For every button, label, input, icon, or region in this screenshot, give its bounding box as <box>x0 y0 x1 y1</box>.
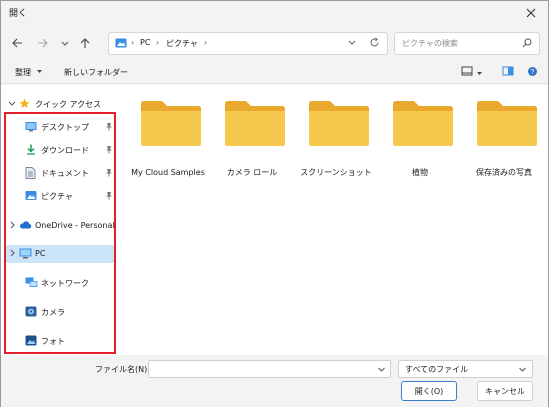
caret-down-icon <box>36 70 42 73</box>
refresh-button[interactable] <box>369 37 380 50</box>
help-icon: ? <box>528 67 537 76</box>
folder-item[interactable]: スクリーンショット <box>296 93 376 193</box>
breadcrumb-separator: › <box>156 38 160 47</box>
title-bar: 開く <box>1 1 548 25</box>
folder-label: カメラ ロール <box>226 168 278 177</box>
search-icon <box>522 38 532 48</box>
cancel-button[interactable]: キャンセル <box>477 381 533 401</box>
breadcrumb-separator: › <box>204 38 208 47</box>
chevron-down-icon <box>348 40 356 45</box>
view-button[interactable] <box>461 66 483 79</box>
filetype-value: すべてのファイル <box>405 365 469 374</box>
close-button[interactable] <box>520 3 542 23</box>
preview-pane-button[interactable] <box>502 66 514 79</box>
new-folder-button[interactable]: 新しいフォルダー <box>64 67 128 78</box>
organize-label: 整理 <box>15 68 31 77</box>
search-button[interactable] <box>522 38 532 50</box>
window-title: 開く <box>9 9 28 19</box>
folder-icon <box>141 101 201 146</box>
chevron-down-icon <box>8 101 16 106</box>
chevron-down-icon <box>61 41 69 46</box>
navigation-bar: › PC › ピクチャ › ピクチャの検索 <box>1 29 548 59</box>
arrow-right-icon <box>38 38 48 48</box>
folder-label: My Cloud Samples <box>131 168 205 177</box>
highlight-frame <box>4 112 116 354</box>
folder-icon <box>393 101 453 146</box>
star-icon <box>19 98 30 108</box>
arrow-up-icon <box>80 38 90 48</box>
close-icon <box>526 8 536 18</box>
arrow-left-icon <box>12 38 22 48</box>
command-bar: 整理 新しいフォルダー ? <box>1 62 548 84</box>
breadcrumb-pictures[interactable]: ピクチャ <box>166 38 198 49</box>
breadcrumb-pc[interactable]: PC <box>140 38 150 47</box>
open-dialog: 開く › PC › ピクチャ › ピクチャの検索 整理 新しいフォルダー ? ク… <box>0 0 549 407</box>
folder-item[interactable]: カメラ ロール <box>212 93 292 193</box>
address-dropdown-button[interactable] <box>347 37 357 49</box>
folder-icon <box>225 101 285 146</box>
search-input[interactable]: ピクチャの検索 <box>402 38 458 49</box>
organize-button[interactable]: 整理 <box>15 67 43 78</box>
help-button[interactable]: ? <box>527 66 538 79</box>
content-area: クイック アクセス デスクトップ ダウンロード ドキュメント ピクチャ OneD… <box>1 85 548 355</box>
up-button[interactable] <box>77 35 93 51</box>
address-bar[interactable]: › PC › ピクチャ › <box>108 32 388 55</box>
svg-text:?: ? <box>531 69 535 76</box>
folder-item[interactable]: 保存済みの写真 <box>464 93 544 193</box>
caret-down-icon <box>476 72 482 75</box>
sidebar-item-quick-access[interactable]: クイック アクセス <box>5 95 115 113</box>
folder-label: 植物 <box>412 168 428 177</box>
filename-combobox[interactable] <box>148 360 391 378</box>
pictures-icon <box>115 38 127 48</box>
filetype-select[interactable]: すべてのファイル <box>398 360 533 378</box>
dialog-footer: ファイル名(N): すべてのファイル 開く(O) キャンセル <box>1 355 548 407</box>
folder-item[interactable]: 植物 <box>380 93 460 193</box>
folder-icon <box>477 101 537 146</box>
forward-button[interactable] <box>35 35 51 51</box>
folder-item[interactable]: My Cloud Samples <box>128 93 208 193</box>
chevron-down-icon <box>378 367 385 372</box>
breadcrumb-separator: › <box>131 38 135 47</box>
search-box[interactable]: ピクチャの検索 <box>394 32 540 55</box>
refresh-icon <box>370 37 379 47</box>
chevron-down-icon <box>519 367 526 372</box>
back-button[interactable] <box>9 35 25 51</box>
folder-icon <box>309 101 369 146</box>
filename-label: ファイル名(N): <box>95 365 150 374</box>
folder-label: スクリーンショット <box>300 168 372 177</box>
file-list: My Cloud Samples カメラ ロール スクリーンショット 植物 保存… <box>119 85 548 355</box>
recent-locations-button[interactable] <box>57 35 73 51</box>
folder-label: 保存済みの写真 <box>476 168 532 177</box>
filetype-dropdown-button[interactable] <box>518 365 527 376</box>
navigation-pane: クイック アクセス デスクトップ ダウンロード ドキュメント ピクチャ OneD… <box>1 85 119 355</box>
preview-pane-icon <box>502 66 514 76</box>
sidebar-item-label: クイック アクセス <box>35 100 102 109</box>
open-button[interactable]: 開く(O) <box>401 381 457 401</box>
view-icon <box>461 66 473 76</box>
filename-dropdown-button[interactable] <box>377 365 386 376</box>
